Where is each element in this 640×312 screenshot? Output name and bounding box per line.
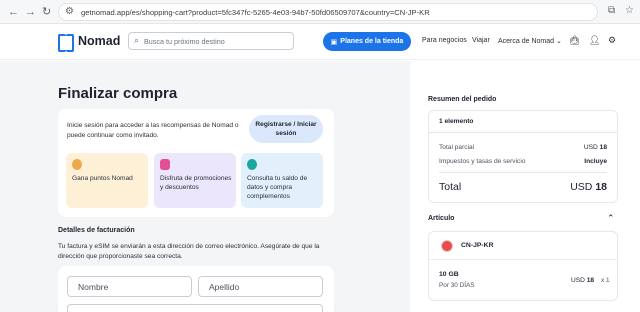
search-icon: ⌕ — [134, 35, 140, 45]
subtotal-label: Total parcial — [439, 144, 475, 151]
nav-link-business[interactable]: Para negocios — [422, 37, 467, 44]
perk-balance-label: Consulta tu saldo de datos y compra comp… — [247, 175, 308, 200]
product-price: USD 18 — [571, 277, 594, 284]
total-currency: USD — [570, 181, 593, 193]
tax-label: Impuestos y tasas de servicio — [439, 158, 526, 165]
chevron-up-icon[interactable]: ⌃ — [607, 213, 615, 224]
browser-toolbar: ← → ↻ ⚙ getnomad.app/es/shopping-cart?pr… — [0, 0, 640, 24]
article-label: Artículo — [428, 215, 455, 222]
cast-icon[interactable]: ⧉ — [608, 5, 615, 16]
rewards-card: Inicie sesión para acceder a las recompe… — [58, 109, 334, 217]
perk-promotions-label: Disfruta de promociones y descuentos — [160, 175, 232, 191]
star-icon[interactable]: ☆ — [625, 5, 634, 16]
page-title: Finalizar compra — [58, 85, 178, 102]
items-count: 1 elemento — [439, 118, 474, 125]
store-icon: ▣ — [330, 38, 338, 46]
tax-row: Impuestos y tasas de servicio Incluye — [439, 158, 607, 165]
nav-link-about[interactable]: Acerca de Nomad ⌄ — [498, 37, 562, 45]
summary-card: 1 elemento Total parcial USD 18 Impuesto… — [428, 110, 618, 203]
nav-link-about-label: Acerca de Nomad — [498, 38, 555, 45]
product-price-value: 18 — [586, 277, 595, 284]
site-header: Nomad ⌕ Busca tu próximo destino ▣ Plane… — [0, 24, 640, 60]
first-name-field[interactable]: Nombre — [67, 276, 192, 297]
url-text: getnomad.app/es/shopping-cart?product=5f… — [81, 8, 430, 17]
store-plans-label: Planes de la tienda — [340, 38, 404, 45]
store-plans-button[interactable]: ▣ Planes de la tienda — [323, 32, 411, 51]
search-placeholder: Busca tu próximo destino — [144, 37, 225, 46]
subtotal-currency: USD — [583, 144, 598, 151]
billing-title: Detalles de facturación — [58, 227, 135, 234]
nomad-logo-icon — [58, 34, 74, 52]
nav-link-travel[interactable]: Viajar — [472, 37, 490, 44]
subtotal-value: 18 — [599, 144, 607, 151]
tax-value: Incluye — [584, 158, 607, 165]
perk-points: Gana puntos Nomad — [66, 153, 148, 208]
subtotal-row: Total parcial USD 18 — [439, 144, 607, 151]
address-bar[interactable]: ⚙ getnomad.app/es/shopping-cart?product=… — [58, 3, 598, 21]
summary-header: 1 elemento — [429, 111, 617, 133]
total-label: Total — [439, 181, 462, 193]
order-summary-title: Resumen del pedido — [428, 96, 497, 103]
region-flag-icon — [441, 240, 453, 252]
billing-description: Tu factura y eSIM se enviarán a esta dir… — [58, 243, 320, 260]
search-input[interactable]: ⌕ Busca tu próximo destino — [128, 32, 294, 50]
last-name-field[interactable]: Apellido — [198, 276, 323, 297]
subtotal-amount: USD 18 — [584, 144, 607, 151]
register-login-button[interactable]: Registrarse / Iniciar sesión — [249, 115, 323, 143]
total-row: Total USD 18 — [439, 181, 607, 193]
total-value: 18 — [595, 181, 607, 193]
chevron-down-icon: ⌄ — [555, 38, 562, 45]
brand-name: Nomad — [78, 34, 121, 48]
first-name-placeholder: Nombre — [78, 282, 109, 292]
summary-divider — [439, 172, 607, 173]
rewards-intro: Inicie sesión para acceder a las recompe… — [67, 122, 239, 139]
user-icon[interactable]: 👤︎ — [589, 35, 600, 46]
last-name-placeholder: Apellido — [209, 282, 240, 292]
email-field[interactable] — [67, 304, 323, 312]
reload-icon[interactable]: ↻ — [42, 4, 51, 20]
product-days: Por 30 DÍAS — [439, 282, 475, 289]
data-balance-icon — [247, 159, 257, 170]
product-currency: USD — [571, 277, 585, 284]
forward-icon[interactable]: → — [25, 4, 36, 20]
tune-icon[interactable]: ⚙ — [65, 6, 74, 17]
article-card: CN-JP-KR 10 GB Por 30 DÍAS USD 18 x 1 — [428, 231, 618, 301]
back-icon[interactable]: ← — [8, 4, 19, 20]
product-quantity: x 1 — [601, 277, 610, 284]
product-name: CN-JP-KR — [461, 242, 494, 249]
coin-icon — [72, 159, 82, 170]
total-amount: USD 18 — [570, 181, 607, 193]
bag-icon[interactable]: 👜︎ — [569, 35, 580, 46]
perk-points-label: Gana puntos Nomad — [72, 175, 133, 182]
perk-balance: Consulta tu saldo de datos y compra comp… — [241, 153, 323, 208]
gift-icon — [160, 159, 170, 170]
article-divider — [429, 259, 617, 260]
settings-icon[interactable]: ⚙ — [608, 35, 616, 46]
product-data: 10 GB — [439, 271, 459, 278]
perk-promotions: Disfruta de promociones y descuentos — [154, 153, 236, 208]
nomad-logo[interactable]: Nomad — [58, 34, 121, 52]
billing-form: Nombre Apellido — [58, 266, 334, 312]
